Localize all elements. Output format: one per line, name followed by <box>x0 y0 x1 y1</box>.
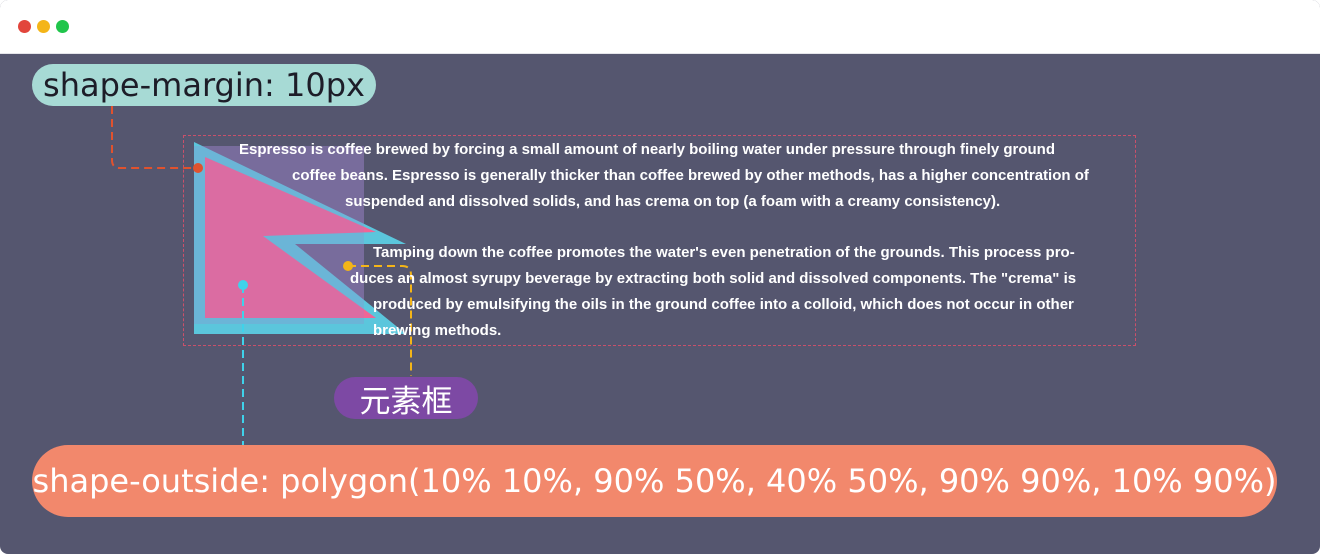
margin-callout-line <box>111 106 198 169</box>
shape-outside-label: shape-outside: polygon(10% 10%, 90% 50%,… <box>32 445 1277 517</box>
maximize-window-button[interactable] <box>56 20 69 33</box>
window-titlebar <box>0 0 1320 54</box>
browser-window: Espresso is coffee brewed by forcing a s… <box>0 0 1320 554</box>
minimize-window-button[interactable] <box>37 20 50 33</box>
diagram-canvas: Espresso is coffee brewed by forcing a s… <box>0 54 1320 554</box>
paragraph-line: duces an almost syrupy beverage by extra… <box>350 270 1077 287</box>
paragraph-line: produced by emulsifying the oils in the … <box>373 296 1074 313</box>
paragraph-line: Tamping down the coffee promotes the wat… <box>373 244 1075 261</box>
paragraph-line: Espresso is coffee brewed by forcing a s… <box>239 141 1055 158</box>
shape-margin-label: shape-margin: 10px <box>32 64 376 106</box>
outside-callout-dot <box>238 280 248 290</box>
paragraph-line: suspended and dissolved solids, and has … <box>345 193 1001 210</box>
element-box-label: 元素框 <box>334 377 478 420</box>
margin-callout-dot <box>193 163 203 173</box>
paragraph-line: brewing methods. <box>373 322 502 339</box>
close-window-button[interactable] <box>18 20 31 33</box>
paragraph-line: coffee beans. Espresso is generally thic… <box>292 167 1089 184</box>
